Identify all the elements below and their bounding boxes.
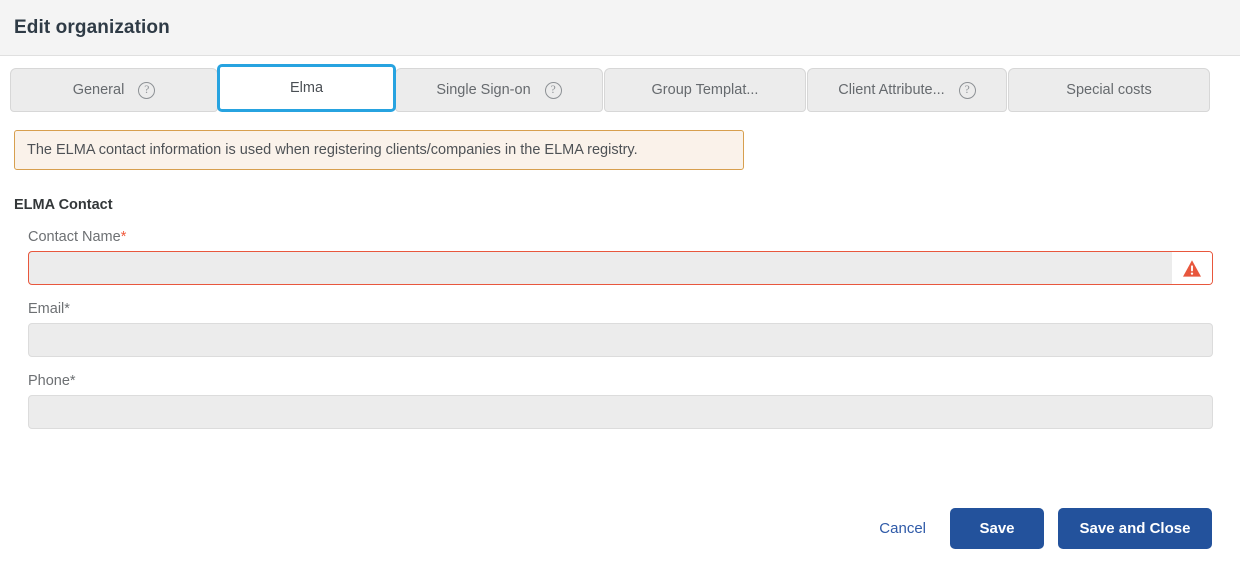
tab-elma-label: Elma bbox=[289, 80, 324, 96]
dialog-footer: Cancel Save Save and Close bbox=[0, 500, 1240, 556]
save-and-close-button[interactable]: Save and Close bbox=[1058, 507, 1212, 549]
phone-label-text: Phone* bbox=[28, 373, 76, 389]
tab-group-templates-label: Group Templat... bbox=[651, 82, 759, 98]
tab-general-label: General bbox=[72, 82, 125, 98]
tab-panel-elma: The ELMA contact information is used whe… bbox=[0, 112, 1240, 429]
tab-special-costs[interactable]: Special costs bbox=[1008, 68, 1210, 112]
email-input[interactable] bbox=[28, 323, 1213, 357]
help-icon[interactable]: ? bbox=[138, 81, 156, 99]
required-asterisk: * bbox=[120, 229, 127, 245]
email-input-wrap bbox=[28, 323, 1213, 357]
tab-special-costs-label: Special costs bbox=[1066, 82, 1152, 98]
contact-name-input-wrap bbox=[28, 251, 1213, 285]
email-label: Email* bbox=[28, 301, 1226, 317]
tab-bar: General ? Elma Single Sign-on ? Group Te… bbox=[0, 56, 1240, 112]
tab-client-attributes-label: Client Attribute... bbox=[838, 82, 945, 98]
page-title: Edit organization bbox=[14, 16, 170, 38]
field-contact-name: Contact Name* bbox=[14, 229, 1226, 285]
cancel-button[interactable]: Cancel bbox=[869, 514, 936, 543]
tab-general[interactable]: General ? bbox=[10, 68, 218, 112]
tab-client-attributes[interactable]: Client Attribute... ? bbox=[807, 68, 1007, 112]
email-label-text: Email* bbox=[28, 301, 70, 317]
save-button[interactable]: Save bbox=[950, 507, 1044, 549]
contact-name-label: Contact Name* bbox=[28, 229, 1226, 245]
phone-label: Phone* bbox=[28, 373, 1226, 389]
field-email: Email* bbox=[14, 301, 1226, 357]
phone-input-wrap bbox=[28, 395, 1213, 429]
tab-group-templates[interactable]: Group Templat... bbox=[604, 68, 806, 112]
tab-single-sign-on[interactable]: Single Sign-on ? bbox=[395, 68, 603, 112]
phone-input[interactable] bbox=[28, 395, 1213, 429]
section-title-elma-contact: ELMA Contact bbox=[14, 197, 113, 213]
dialog-header: Edit organization bbox=[0, 0, 1240, 56]
help-icon[interactable]: ? bbox=[958, 81, 976, 99]
info-banner: The ELMA contact information is used whe… bbox=[14, 130, 744, 170]
contact-name-label-text: Contact Name bbox=[28, 229, 121, 245]
field-phone: Phone* bbox=[14, 373, 1226, 429]
contact-name-input[interactable] bbox=[28, 251, 1213, 285]
help-icon[interactable]: ? bbox=[544, 81, 562, 99]
tab-single-sign-on-label: Single Sign-on bbox=[436, 82, 531, 98]
info-banner-text: The ELMA contact information is used whe… bbox=[27, 142, 638, 158]
tab-elma[interactable]: Elma bbox=[217, 64, 396, 112]
